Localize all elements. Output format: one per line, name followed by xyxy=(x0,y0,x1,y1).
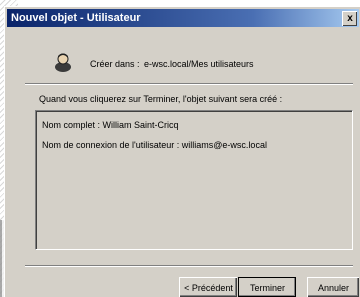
separator-top xyxy=(25,83,353,85)
separator-bottom xyxy=(25,265,353,267)
title-bar[interactable]: Nouvel objet - Utilisateur x xyxy=(7,9,359,27)
summary-box[interactable]: Nom complet : William Saint-Cricq Nom de… xyxy=(35,110,353,250)
finish-info-text: Quand vous cliquerez sur Terminer, l'obj… xyxy=(39,94,283,104)
finish-button[interactable]: Terminer xyxy=(238,277,296,297)
cancel-button[interactable]: Annuler xyxy=(307,277,359,297)
summary-logon-name: Nom de connexion de l'utilisateur : will… xyxy=(42,140,267,150)
user-icon xyxy=(55,53,71,72)
new-user-wizard-window: Nouvel objet - Utilisateur x Créer dans … xyxy=(4,6,360,297)
previous-button[interactable]: < Précédent xyxy=(179,277,237,297)
close-button[interactable]: x xyxy=(342,11,357,26)
create-in-label: Créer dans : xyxy=(90,59,140,69)
screenshot-stage: Nouvel objet - Utilisateur x Créer dans … xyxy=(0,0,360,297)
summary-fullname: Nom complet : William Saint-Cricq xyxy=(42,120,179,130)
window-title: Nouvel objet - Utilisateur xyxy=(11,12,141,24)
create-in-path: e-wsc.local/Mes utilisateurs xyxy=(144,59,254,69)
